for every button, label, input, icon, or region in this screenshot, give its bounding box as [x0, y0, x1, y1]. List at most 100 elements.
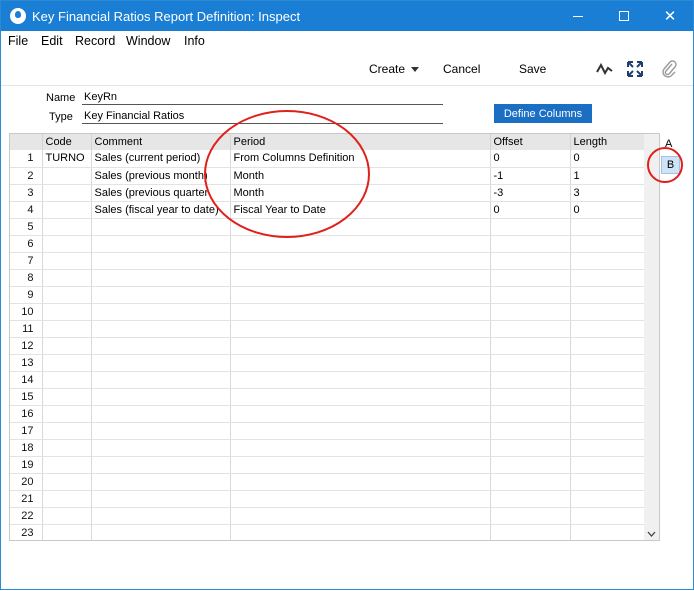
period-cell[interactable]: [230, 422, 491, 440]
offset-cell[interactable]: [490, 371, 571, 389]
vertical-scrollbar[interactable]: [644, 134, 659, 540]
table-row[interactable]: 23: [10, 524, 647, 540]
length-cell[interactable]: [570, 371, 647, 389]
code-cell[interactable]: [42, 524, 92, 540]
paperclip-icon[interactable]: [660, 60, 678, 78]
menu-edit[interactable]: Edit: [41, 34, 63, 48]
comment-cell[interactable]: [91, 507, 231, 525]
offset-cell[interactable]: [490, 507, 571, 525]
code-cell[interactable]: [42, 184, 92, 202]
offset-cell[interactable]: 0: [490, 201, 571, 219]
comment-cell[interactable]: [91, 235, 231, 253]
period-cell[interactable]: [230, 490, 491, 508]
period-cell[interactable]: [230, 218, 491, 236]
scroll-down-icon[interactable]: [647, 531, 656, 537]
table-row[interactable]: 20: [10, 473, 647, 491]
table-row[interactable]: 14: [10, 371, 647, 389]
table-row[interactable]: 18: [10, 439, 647, 457]
comment-cell[interactable]: [91, 422, 231, 440]
code-cell[interactable]: [42, 337, 92, 355]
length-cell[interactable]: [570, 439, 647, 457]
table-row[interactable]: 12: [10, 337, 647, 355]
offset-cell[interactable]: [490, 252, 571, 270]
offset-cell[interactable]: [490, 524, 571, 540]
code-cell[interactable]: [42, 473, 92, 491]
offset-cell[interactable]: [490, 439, 571, 457]
code-cell[interactable]: [42, 439, 92, 457]
comment-cell[interactable]: [91, 286, 231, 304]
column-header-comment[interactable]: Comment: [91, 134, 231, 150]
offset-cell[interactable]: [490, 269, 571, 287]
column-header-length[interactable]: Length: [570, 134, 647, 150]
offset-cell[interactable]: [490, 354, 571, 372]
length-cell[interactable]: [570, 320, 647, 338]
period-cell[interactable]: [230, 456, 491, 474]
tab-b[interactable]: B: [661, 156, 680, 174]
create-button[interactable]: Create: [369, 62, 420, 76]
length-cell[interactable]: [570, 235, 647, 253]
code-cell[interactable]: [42, 252, 92, 270]
code-cell[interactable]: [42, 490, 92, 508]
period-cell[interactable]: Month: [230, 167, 491, 185]
length-cell[interactable]: [570, 422, 647, 440]
table-row[interactable]: 17: [10, 422, 647, 440]
code-cell[interactable]: [42, 422, 92, 440]
code-cell[interactable]: [42, 218, 92, 236]
offset-cell[interactable]: [490, 388, 571, 406]
cancel-button[interactable]: Cancel: [443, 62, 480, 76]
comment-cell[interactable]: [91, 337, 231, 355]
code-cell[interactable]: [42, 201, 92, 219]
period-cell[interactable]: [230, 388, 491, 406]
code-cell[interactable]: [42, 456, 92, 474]
type-field[interactable]: Key Financial Ratios: [82, 110, 443, 124]
offset-cell[interactable]: -1: [490, 167, 571, 185]
length-cell[interactable]: [570, 269, 647, 287]
table-row[interactable]: 6: [10, 235, 647, 253]
pulse-icon[interactable]: [596, 60, 614, 78]
comment-cell[interactable]: [91, 252, 231, 270]
menu-window[interactable]: Window: [126, 34, 170, 48]
column-header-code[interactable]: Code: [42, 134, 92, 150]
code-cell[interactable]: [42, 371, 92, 389]
table-row[interactable]: 3 Sales (previous quarter Month -3 3: [10, 184, 647, 202]
table-row[interactable]: 5: [10, 218, 647, 236]
expand-icon[interactable]: [626, 60, 644, 78]
offset-cell[interactable]: [490, 303, 571, 321]
comment-cell[interactable]: [91, 388, 231, 406]
period-cell[interactable]: [230, 337, 491, 355]
maximize-button[interactable]: [601, 1, 647, 31]
menu-record[interactable]: Record: [75, 34, 115, 48]
comment-cell[interactable]: [91, 524, 231, 540]
comment-cell[interactable]: [91, 320, 231, 338]
period-cell[interactable]: Fiscal Year to Date: [230, 201, 491, 219]
period-cell[interactable]: [230, 286, 491, 304]
define-columns-button[interactable]: Define Columns: [494, 104, 592, 123]
offset-cell[interactable]: [490, 320, 571, 338]
table-row[interactable]: 15: [10, 388, 647, 406]
offset-cell[interactable]: [490, 337, 571, 355]
table-row[interactable]: 8: [10, 269, 647, 287]
column-header-period[interactable]: Period: [230, 134, 491, 150]
offset-cell[interactable]: [490, 473, 571, 491]
comment-cell[interactable]: Sales (fiscal year to date): [91, 201, 231, 219]
comment-cell[interactable]: Sales (previous month): [91, 167, 231, 185]
menu-file[interactable]: File: [8, 34, 28, 48]
table-row[interactable]: 7: [10, 252, 647, 270]
table-row[interactable]: 19: [10, 456, 647, 474]
length-cell[interactable]: 3: [570, 184, 647, 202]
comment-cell[interactable]: [91, 490, 231, 508]
period-cell[interactable]: [230, 269, 491, 287]
length-cell[interactable]: [570, 286, 647, 304]
length-cell[interactable]: [570, 303, 647, 321]
code-cell[interactable]: [42, 388, 92, 406]
offset-cell[interactable]: -3: [490, 184, 571, 202]
period-cell[interactable]: [230, 303, 491, 321]
comment-cell[interactable]: [91, 218, 231, 236]
period-cell[interactable]: [230, 354, 491, 372]
title-bar[interactable]: Key Financial Ratios Report Definition: …: [1, 1, 693, 31]
period-cell[interactable]: [230, 405, 491, 423]
code-cell[interactable]: [42, 405, 92, 423]
period-cell[interactable]: [230, 473, 491, 491]
comment-cell[interactable]: Sales (previous quarter: [91, 184, 231, 202]
code-cell[interactable]: TURNO: [42, 150, 92, 168]
